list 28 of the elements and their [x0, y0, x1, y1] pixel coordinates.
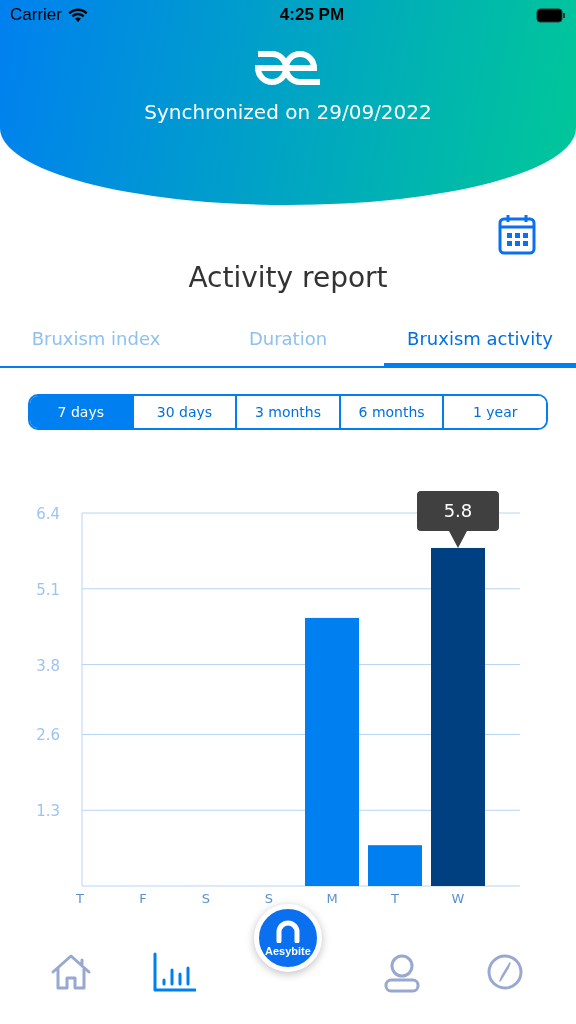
wifi-icon — [67, 7, 88, 23]
calendar-icon[interactable] — [498, 213, 536, 255]
y-axis-label: 6.4 — [36, 505, 60, 523]
x-axis-label: F — [139, 891, 147, 906]
value-tooltip: 5.8 — [417, 490, 499, 548]
x-axis-label: T — [391, 891, 399, 906]
bar[interactable] — [368, 845, 422, 886]
y-axis-label: 5.1 — [36, 580, 60, 599]
x-axis-label: S — [264, 891, 274, 906]
clock-time: 4:25 PM — [279, 5, 345, 25]
x-axis-label: S — [201, 891, 211, 906]
nav-tab[interactable] — [151, 950, 196, 994]
page-title: Activity report — [187, 261, 389, 294]
bar-chart-icon — [151, 950, 196, 994]
x-axis-label: W — [451, 891, 465, 906]
arch-icon — [274, 919, 301, 943]
y-axis-label: 1.3 — [36, 802, 60, 821]
x-axis-label: M — [326, 891, 338, 906]
period-option[interactable]: 1 year — [442, 396, 546, 428]
y-axis-label: 3.8 — [36, 656, 60, 675]
x-axis-label: T — [76, 891, 84, 906]
period-option[interactable]: 7 days — [30, 396, 132, 428]
carrier-label: Carrier — [10, 5, 88, 25]
y-axis-label: 2.6 — [36, 726, 60, 745]
battery-icon — [536, 7, 566, 23]
report-tab[interactable]: Bruxism activity — [384, 320, 576, 368]
annotation: 5.8 — [443, 499, 473, 521]
sync-status-text: Synchronized on 29/09/2022 — [144, 100, 432, 124]
